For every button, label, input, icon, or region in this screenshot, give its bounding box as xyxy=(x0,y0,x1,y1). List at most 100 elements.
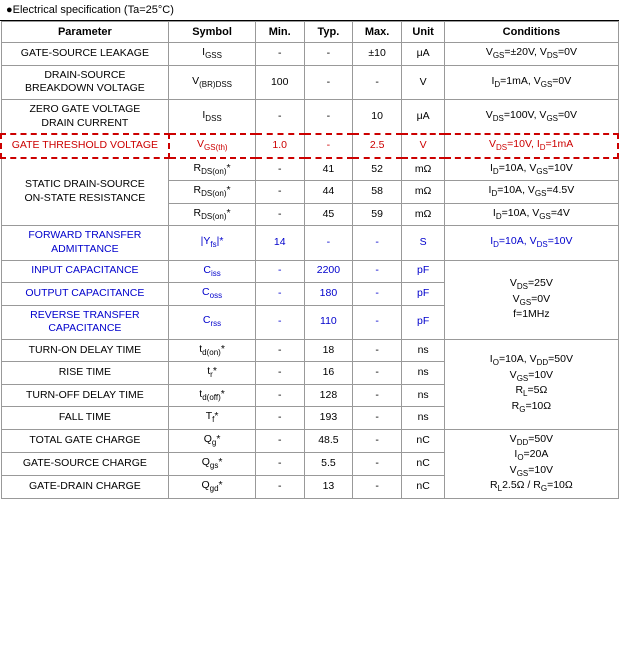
unit-cell: V xyxy=(401,65,444,99)
typ-cell: 44 xyxy=(304,181,353,203)
symbol-cell: IDSS xyxy=(169,100,256,135)
min-cell: - xyxy=(255,100,304,135)
min-cell: - xyxy=(255,452,304,475)
cond-cell: ID=10A, VGS=4V xyxy=(445,203,618,225)
min-cell: 14 xyxy=(255,226,304,260)
param-cell: GATE-SOURCE LEAKAGE xyxy=(1,43,169,65)
col-header-symbol: Symbol xyxy=(169,22,256,43)
col-header-min: Min. xyxy=(255,22,304,43)
unit-cell: nC xyxy=(401,429,444,452)
min-cell: - xyxy=(255,260,304,282)
param-cell: INPUT CAPACITANCE xyxy=(1,260,169,282)
param-cell: FORWARD TRANSFERADMITTANCE xyxy=(1,226,169,260)
symbol-cell: Qg* xyxy=(169,429,256,452)
param-cell: GATE THRESHOLD VOLTAGE xyxy=(1,134,169,157)
cond-cell: ID=10A, VGS=4.5V xyxy=(445,181,618,203)
symbol-cell: RDS(on)* xyxy=(169,181,256,203)
unit-cell: μA xyxy=(401,43,444,65)
param-cell: DRAIN-SOURCEBREAKDOWN VOLTAGE xyxy=(1,65,169,99)
max-cell: - xyxy=(353,475,402,498)
typ-cell: 16 xyxy=(304,362,353,384)
table-row: TURN-ON DELAY TIME td(on)* - 18 - ns IO=… xyxy=(1,339,618,361)
table-header-row: Parameter Symbol Min. Typ. Max. Unit Con… xyxy=(1,22,618,43)
max-cell: - xyxy=(353,283,402,305)
unit-cell: pF xyxy=(401,283,444,305)
table-row: DRAIN-SOURCEBREAKDOWN VOLTAGE V(BR)DSS 1… xyxy=(1,65,618,99)
header: ●Electrical specification (Ta=25°C) xyxy=(0,0,619,21)
symbol-cell: Crss xyxy=(169,305,256,339)
symbol-cell: Coss xyxy=(169,283,256,305)
typ-cell: 18 xyxy=(304,339,353,361)
param-cell: OUTPUT CAPACITANCE xyxy=(1,283,169,305)
max-cell: 52 xyxy=(353,158,402,181)
unit-cell: V xyxy=(401,134,444,157)
min-cell: - xyxy=(255,407,304,429)
max-cell: - xyxy=(353,260,402,282)
unit-cell: ns xyxy=(401,339,444,361)
min-cell: - xyxy=(255,384,304,406)
cond-cell: ID=10A, VGS=10V xyxy=(445,158,618,181)
table-row: ZERO GATE VOLTAGEDRAIN CURRENT IDSS - - … xyxy=(1,100,618,135)
max-cell: - xyxy=(353,226,402,260)
min-cell: - xyxy=(255,283,304,305)
symbol-cell: IGSS xyxy=(169,43,256,65)
typ-cell: 2200 xyxy=(304,260,353,282)
symbol-cell: Ciss xyxy=(169,260,256,282)
min-cell: 100 xyxy=(255,65,304,99)
table-row: INPUT CAPACITANCE Ciss - 2200 - pF VDS=2… xyxy=(1,260,618,282)
cond-cell: VDS=25VVGS=0Vf=1MHz xyxy=(445,260,618,339)
typ-cell: - xyxy=(304,226,353,260)
unit-cell: S xyxy=(401,226,444,260)
typ-cell: - xyxy=(304,134,353,157)
unit-cell: pF xyxy=(401,260,444,282)
symbol-cell: RDS(on)* xyxy=(169,158,256,181)
table-row: FORWARD TRANSFERADMITTANCE |Yfs|* 14 - -… xyxy=(1,226,618,260)
typ-cell: - xyxy=(304,100,353,135)
unit-cell: mΩ xyxy=(401,158,444,181)
typ-cell: 45 xyxy=(304,203,353,225)
unit-cell: ns xyxy=(401,384,444,406)
max-cell: 59 xyxy=(353,203,402,225)
symbol-cell: td(off)* xyxy=(169,384,256,406)
min-cell: - xyxy=(255,339,304,361)
cond-cell: VDD=50VIO=20AVGS=10VRL2.5Ω / RG=10Ω xyxy=(445,429,618,498)
max-cell: 10 xyxy=(353,100,402,135)
max-cell: - xyxy=(353,452,402,475)
col-header-max: Max. xyxy=(353,22,402,43)
param-cell: TURN-ON DELAY TIME xyxy=(1,339,169,361)
min-cell: 1.0 xyxy=(255,134,304,157)
param-cell: STATIC DRAIN-SOURCEON-STATE RESISTANCE xyxy=(1,158,169,226)
typ-cell: 180 xyxy=(304,283,353,305)
param-cell: RISE TIME xyxy=(1,362,169,384)
symbol-cell: Qgd* xyxy=(169,475,256,498)
min-cell: - xyxy=(255,362,304,384)
typ-cell: 48.5 xyxy=(304,429,353,452)
electrical-spec-table: Parameter Symbol Min. Typ. Max. Unit Con… xyxy=(0,21,619,499)
min-cell: - xyxy=(255,429,304,452)
unit-cell: mΩ xyxy=(401,203,444,225)
symbol-cell: Tf* xyxy=(169,407,256,429)
symbol-cell: tr* xyxy=(169,362,256,384)
symbol-cell: V(BR)DSS xyxy=(169,65,256,99)
typ-cell: 110 xyxy=(304,305,353,339)
max-cell: 2.5 xyxy=(353,134,402,157)
max-cell: - xyxy=(353,429,402,452)
param-cell: TOTAL GATE CHARGE xyxy=(1,429,169,452)
typ-cell: - xyxy=(304,43,353,65)
min-cell: - xyxy=(255,203,304,225)
unit-cell: μA xyxy=(401,100,444,135)
min-cell: - xyxy=(255,181,304,203)
typ-cell: 5.5 xyxy=(304,452,353,475)
unit-cell: mΩ xyxy=(401,181,444,203)
max-cell: - xyxy=(353,362,402,384)
col-header-typ: Typ. xyxy=(304,22,353,43)
cond-cell: VDS=10V, ID=1mA xyxy=(445,134,618,157)
cond-cell: VDS=100V, VGS=0V xyxy=(445,100,618,135)
param-cell: ZERO GATE VOLTAGEDRAIN CURRENT xyxy=(1,100,169,135)
min-cell: - xyxy=(255,43,304,65)
col-header-parameter: Parameter xyxy=(1,22,169,43)
typ-cell: 13 xyxy=(304,475,353,498)
min-cell: - xyxy=(255,475,304,498)
typ-cell: 128 xyxy=(304,384,353,406)
cond-cell: IO=10A, VDD=50VVGS=10VRL=5ΩRG=10Ω xyxy=(445,339,618,429)
